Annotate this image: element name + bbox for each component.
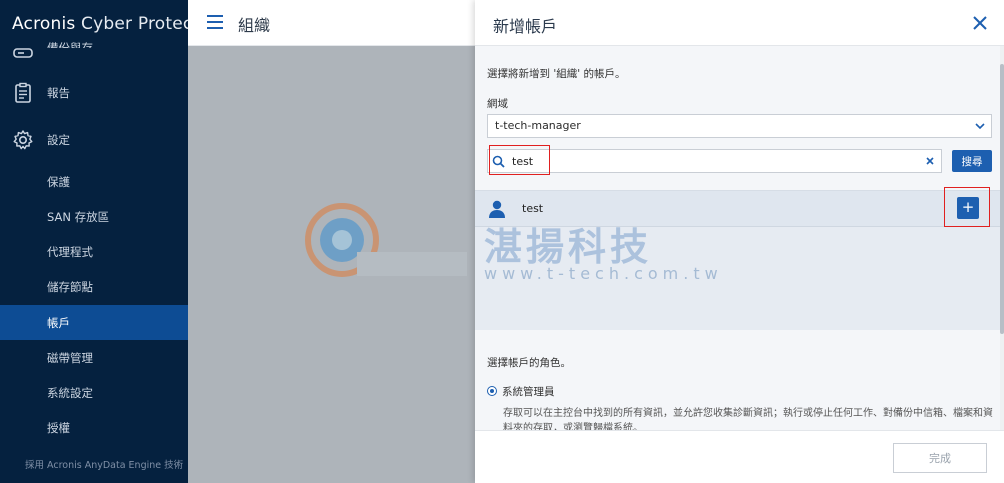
sidebar-item-label: 報告 bbox=[47, 85, 70, 100]
sidebar-item-storage-nodes[interactable]: 儲存節點 bbox=[0, 269, 188, 304]
sidebar-item-tape-management[interactable]: 磁帶管理 bbox=[0, 340, 188, 375]
sidebar-item-label: 授權 bbox=[47, 420, 70, 435]
sidebar-item-label: 設定 bbox=[47, 132, 70, 147]
sidebar-item-accounts[interactable]: 帳戶 bbox=[0, 305, 188, 340]
sidebar-item-settings[interactable]: 設定 bbox=[0, 122, 188, 157]
search-highlight-box bbox=[489, 145, 550, 175]
role-name: 系統管理員 bbox=[502, 386, 555, 398]
clear-icon[interactable] bbox=[924, 155, 936, 167]
dialog-title: 新增帳戶 bbox=[493, 17, 558, 36]
gear-icon bbox=[13, 129, 33, 149]
dialog-footer: 完成 bbox=[475, 430, 1004, 483]
domain-select[interactable]: t-tech-manager bbox=[487, 114, 992, 138]
role-description: 存取可以在主控台中找到的所有資訊，並允許您收集診斷資訊；執行或停止任何工作、對備… bbox=[503, 408, 993, 430]
sidebar-item-backup-storage[interactable]: 備份與存 bbox=[0, 26, 188, 74]
scrollbar-thumb[interactable] bbox=[1000, 64, 1004, 334]
watermark-brand: 湛揚科技 bbox=[484, 225, 653, 269]
dialog-scrollbar[interactable] bbox=[1000, 46, 1004, 430]
domain-label: 網域 bbox=[487, 98, 508, 110]
sidebar-item-protection[interactable]: 保護 bbox=[0, 164, 188, 199]
chevron-down-icon bbox=[975, 123, 985, 130]
sidebar-item-label: 保護 bbox=[47, 174, 70, 189]
dialog-intro: 選擇將新增到 '組織' 的帳戶。 bbox=[487, 68, 626, 80]
done-button[interactable]: 完成 bbox=[893, 443, 987, 473]
sidebar-item-agents[interactable]: 代理程式 bbox=[0, 234, 188, 269]
sidebar-item-label: SAN 存放區 bbox=[47, 209, 110, 224]
sidebar-item-label: 備份與存 bbox=[47, 41, 93, 55]
clipboard-icon bbox=[15, 82, 31, 103]
dialog-header: 新增帳戶 bbox=[475, 0, 1004, 46]
sidebar-item-licenses[interactable]: 授權 bbox=[0, 410, 188, 445]
domain-value: t-tech-manager bbox=[495, 119, 581, 132]
result-name: test bbox=[522, 202, 544, 215]
page-header: 組織 bbox=[188, 0, 478, 46]
sidebar-item-system-settings[interactable]: 系統設定 bbox=[0, 375, 188, 410]
sidebar-item-reports[interactable]: 報告 bbox=[0, 75, 188, 110]
sidebar-item-label: 磁帶管理 bbox=[47, 350, 93, 365]
search-button[interactable]: 搜尋 bbox=[952, 150, 992, 172]
page-title: 組織 bbox=[238, 16, 271, 35]
sidebar-item-san-storage[interactable]: SAN 存放區 bbox=[0, 199, 188, 234]
watermark-url: www.t-tech.com.tw bbox=[484, 264, 723, 283]
sidebar-item-label: 系統設定 bbox=[47, 385, 93, 400]
role-label: 選擇帳戶的角色。 bbox=[487, 357, 571, 369]
search-input[interactable]: test bbox=[487, 149, 942, 173]
close-icon[interactable] bbox=[970, 13, 990, 33]
watermark-logo bbox=[305, 203, 467, 277]
sidebar-item-label: 儲存節點 bbox=[47, 279, 93, 294]
sidebar: Acronis Cyber Protect 備份與存 報告 設定 保護 SAN … bbox=[0, 0, 199, 483]
sidebar-item-label: 帳戶 bbox=[47, 315, 70, 330]
sidebar-footer: 採用 Acronis AnyData Engine 技術 bbox=[25, 460, 184, 471]
sidebar-item-label: 代理程式 bbox=[47, 244, 93, 259]
role-radio-admin[interactable] bbox=[487, 386, 497, 396]
menu-icon[interactable] bbox=[207, 15, 223, 29]
storage-icon bbox=[13, 48, 33, 58]
add-highlight-box bbox=[944, 187, 990, 227]
